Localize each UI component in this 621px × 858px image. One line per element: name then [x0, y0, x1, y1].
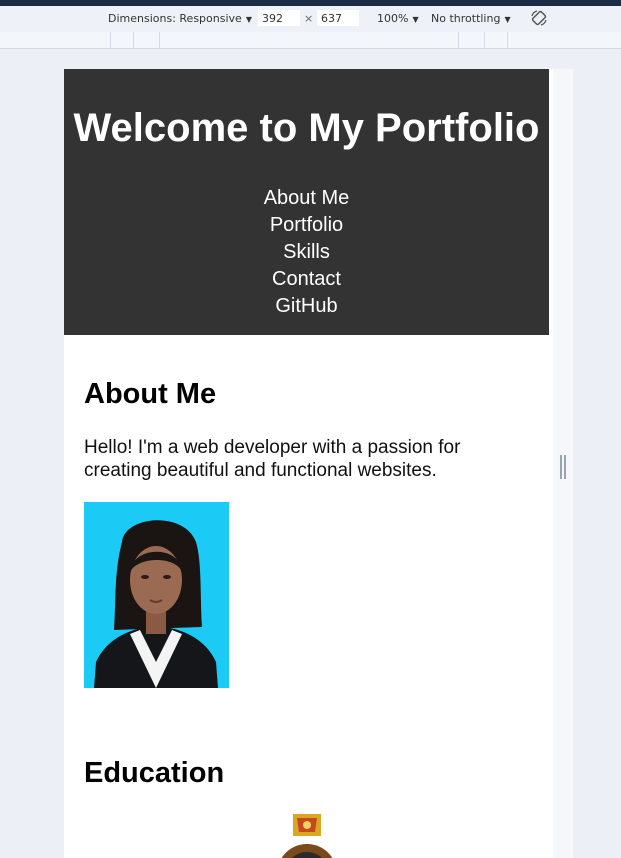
- ruler-tick: [458, 32, 459, 48]
- ruler-tick: [507, 32, 508, 48]
- main-nav: About Me Portfolio Skills Contact GitHub: [64, 185, 549, 320]
- chevron-down-icon: ▼: [245, 15, 252, 24]
- nav-link-contact[interactable]: Contact: [272, 268, 341, 290]
- zoom-label: 100%: [377, 12, 409, 25]
- ruler-tick: [110, 32, 111, 48]
- profile-photo: [84, 502, 229, 688]
- ruler-tick: [159, 32, 160, 48]
- media-query-ruler: [0, 32, 621, 49]
- dimensions-label: Dimensions: Responsive: [108, 12, 242, 25]
- emulated-viewport: Welcome to My Portfolio About Me Portfol…: [64, 69, 553, 858]
- throttling-label: No throttling: [431, 12, 501, 25]
- chevron-down-icon: ▼: [504, 15, 511, 24]
- page-title: Welcome to My Portfolio: [73, 106, 540, 150]
- nav-link-skills[interactable]: Skills: [283, 241, 330, 263]
- ruler-tick: [484, 32, 485, 48]
- throttling-dropdown[interactable]: No throttling ▼: [431, 12, 511, 25]
- main-content: About Me Hello! I'm a web developer with…: [64, 335, 553, 858]
- nav-link-github[interactable]: GitHub: [275, 295, 337, 317]
- university-emblem: [281, 814, 333, 858]
- about-text: Hello! I'm a web developer with a passio…: [84, 437, 461, 481]
- height-input[interactable]: [317, 10, 359, 26]
- chevron-down-icon: ▼: [412, 15, 419, 24]
- resize-handle[interactable]: [560, 455, 566, 479]
- ruler-tick: [133, 32, 134, 48]
- rotate-icon[interactable]: [530, 9, 548, 27]
- width-input[interactable]: [258, 10, 300, 26]
- grip-line: [564, 455, 566, 479]
- site-header: Welcome to My Portfolio About Me Portfol…: [64, 69, 549, 335]
- dimensions-dropdown[interactable]: Dimensions: Responsive ▼: [108, 12, 252, 25]
- devtools-device-toolbar: Dimensions: Responsive▼ × 100%▼ No throt…: [0, 6, 621, 33]
- nav-link-about-me[interactable]: About Me: [264, 187, 350, 209]
- education-section: Education: [84, 756, 533, 858]
- times-sign: ×: [304, 12, 314, 25]
- grip-line: [560, 455, 562, 479]
- zoom-dropdown[interactable]: 100% ▼: [377, 12, 419, 25]
- about-heading: About Me: [84, 378, 217, 410]
- about-section: About Me Hello! I'm a web developer with…: [84, 335, 533, 688]
- education-heading: Education: [84, 757, 225, 789]
- nav-link-portfolio[interactable]: Portfolio: [270, 214, 343, 236]
